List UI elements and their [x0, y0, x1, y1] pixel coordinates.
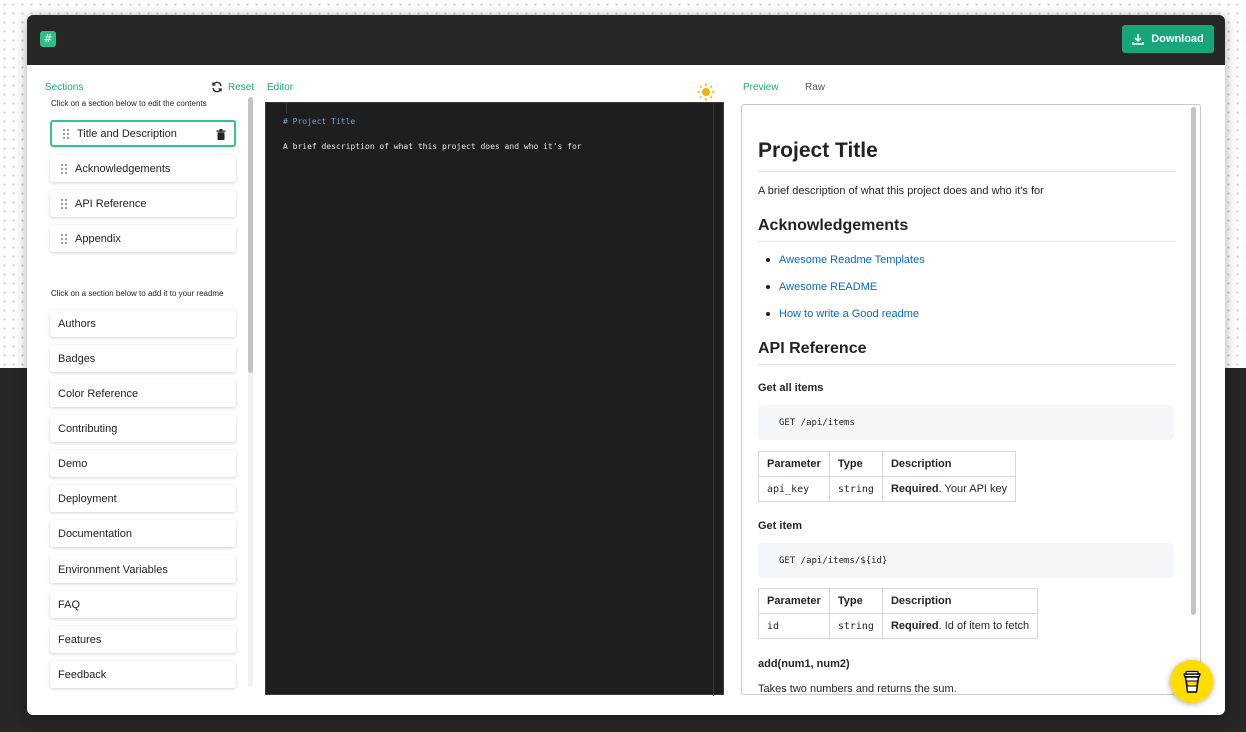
- selected-sections-hint: Click on a section below to edit the con…: [51, 99, 207, 108]
- required-label: Required: [890, 483, 939, 495]
- preview-get-all-heading: Get all items: [758, 382, 824, 394]
- add-section-feedback[interactable]: Feedback: [50, 661, 236, 688]
- drag-handle-icon[interactable]: [62, 127, 70, 140]
- h1-divider: [758, 171, 1176, 172]
- add-section-demo[interactable]: Demo: [50, 450, 236, 477]
- table-header: Parameter: [758, 451, 830, 477]
- table-header: Description: [881, 451, 1017, 477]
- add-section-faq[interactable]: FAQ: [50, 591, 236, 618]
- section-item-label: Appendix: [75, 232, 121, 245]
- sections-scrollbar-thumb[interactable]: [248, 97, 253, 373]
- preview-get-item-heading: Get item: [758, 520, 803, 532]
- desc-text: . Your API key: [938, 483, 1008, 495]
- params-table-2: Parameter Type Description id string Req…: [758, 588, 1039, 639]
- section-item-appendix[interactable]: Appendix: [50, 225, 236, 252]
- editor-line-1[interactable]: # Project Title: [283, 117, 355, 126]
- drag-handle-icon[interactable]: [60, 232, 68, 245]
- section-item-label: Title and Description: [77, 127, 177, 140]
- markdown-preview: Project Title A brief description of wha…: [741, 104, 1201, 695]
- preview-h1: Project Title: [758, 139, 878, 162]
- table-cell-desc: Required. Id of item to fetch: [881, 613, 1039, 639]
- table-cell-type: string: [828, 476, 883, 502]
- buy-me-a-coffee-button[interactable]: [1170, 660, 1213, 703]
- code-block-get-all: GET /api/items: [758, 405, 1174, 440]
- reset-button[interactable]: Reset: [211, 81, 254, 93]
- editor-gutter: [286, 103, 287, 113]
- drag-handle-icon[interactable]: [60, 197, 68, 210]
- ack-divider: [758, 241, 1176, 242]
- table-header: Type: [828, 451, 883, 477]
- preview-link-2[interactable]: Awesome README: [765, 281, 877, 293]
- params-table-1: Parameter Type Description api_key strin…: [758, 451, 1017, 502]
- table-header: Parameter: [758, 588, 830, 614]
- sun-icon[interactable]: [697, 83, 715, 101]
- api-divider: [758, 364, 1176, 365]
- table-header: Description: [881, 588, 1039, 614]
- table-cell-type: string: [828, 613, 883, 639]
- add-section-color-reference[interactable]: Color Reference: [50, 380, 236, 407]
- download-button[interactable]: Download: [1122, 25, 1214, 53]
- section-item-label: Acknowledgements: [75, 162, 171, 175]
- download-icon: [1132, 34, 1144, 45]
- sections-title: Sections: [45, 82, 84, 93]
- table-cell-param: api_key: [758, 476, 830, 502]
- table-cell-desc: Required. Your API key: [881, 476, 1017, 502]
- reset-label: Reset: [228, 81, 255, 93]
- preview-add-desc: Takes two numbers and returns the sum.: [758, 683, 957, 695]
- editor-title: Editor: [267, 82, 294, 93]
- code-block-get-item: GET /api/items/${id}: [758, 543, 1174, 578]
- tab-preview[interactable]: Preview: [743, 82, 779, 93]
- add-section-features[interactable]: Features: [50, 626, 236, 653]
- editor-ruler: [713, 103, 714, 696]
- preview-add-heading: add(num1, num2): [758, 658, 850, 670]
- table-row: api_key string Required. Your API key: [758, 476, 1017, 502]
- section-item-label: API Reference: [75, 197, 147, 210]
- add-section-deployment[interactable]: Deployment: [50, 485, 236, 512]
- add-section-badges[interactable]: Badges: [50, 345, 236, 372]
- section-item-acknowledgements[interactable]: Acknowledgements: [50, 155, 236, 182]
- preview-api-heading: API Reference: [758, 340, 867, 357]
- editor-line-2[interactable]: A brief description of what this project…: [283, 142, 582, 151]
- drag-handle-icon[interactable]: [60, 162, 68, 175]
- top-bar: # Download: [27, 15, 1225, 65]
- markdown-editor[interactable]: # Project Title A brief description of w…: [265, 102, 724, 696]
- refresh-icon: [212, 81, 222, 93]
- table-cell-param: id: [758, 613, 830, 639]
- add-section-authors[interactable]: Authors: [50, 310, 236, 337]
- download-label: Download: [1151, 33, 1204, 45]
- preview-ack-heading: Acknowledgements: [758, 217, 909, 234]
- preview-scrollbar[interactable]: [1191, 107, 1196, 615]
- preview-description: A brief description of what this project…: [758, 185, 1044, 197]
- add-section-environment-variables[interactable]: Environment Variables: [50, 556, 236, 583]
- tab-raw[interactable]: Raw: [805, 82, 825, 93]
- trash-icon[interactable]: [216, 129, 226, 140]
- section-item-api-reference[interactable]: API Reference: [50, 190, 236, 217]
- desc-text: . Id of item to fetch: [938, 620, 1030, 632]
- preview-link-3[interactable]: How to write a Good readme: [765, 308, 919, 320]
- add-section-documentation[interactable]: Documentation: [50, 520, 236, 547]
- section-item-title-description[interactable]: Title and Description: [50, 120, 236, 147]
- add-sections-hint: Click on a section below to add it to yo…: [51, 289, 224, 298]
- logo-icon[interactable]: #: [40, 31, 56, 47]
- app-window: # Download Sections Reset Editor Preview: [27, 15, 1225, 715]
- required-label: Required: [890, 620, 939, 632]
- coffee-cup-icon: [1182, 670, 1201, 693]
- table-row: id string Required. Id of item to fetch: [758, 613, 1039, 639]
- preview-link-1[interactable]: Awesome Readme Templates: [766, 254, 925, 266]
- add-section-contributing[interactable]: Contributing: [50, 415, 236, 442]
- table-header: Type: [828, 588, 883, 614]
